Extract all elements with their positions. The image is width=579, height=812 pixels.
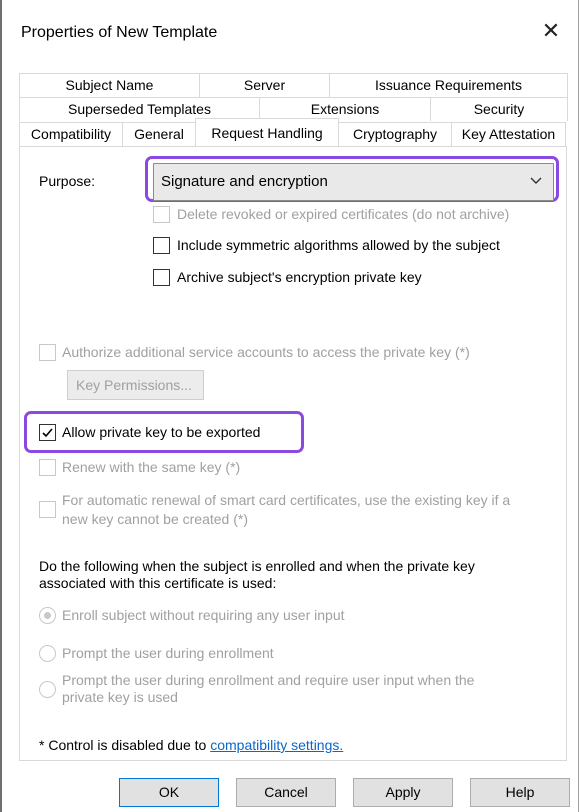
prompt-user-require-input-line2: private key is used: [62, 689, 178, 705]
tab-security[interactable]: Security: [430, 97, 568, 121]
prompt-user-radio[interactable]: [39, 645, 56, 662]
purpose-select[interactable]: Signature and encryption: [153, 163, 554, 201]
checkmark-icon: [42, 428, 53, 438]
tab-issuance-requirements[interactable]: Issuance Requirements: [329, 73, 568, 97]
close-icon[interactable]: ✕: [537, 17, 565, 45]
authorize-accounts-label: Authorize additional service accounts to…: [62, 344, 470, 360]
archive-key-checkbox[interactable]: [153, 269, 170, 286]
tab-key-attestation[interactable]: Key Attestation: [451, 122, 566, 146]
prompt-user-label: Prompt the user during enrollment: [62, 645, 274, 661]
title-bar: Properties of New Template ✕: [2, 0, 578, 62]
window-title: Properties of New Template: [21, 24, 218, 41]
enroll-no-input-label: Enroll subject without requiring any use…: [62, 607, 345, 623]
allow-export-checkbox[interactable]: [39, 424, 56, 441]
enroll-no-input-radio[interactable]: [39, 607, 56, 624]
purpose-select-value: Signature and encryption: [161, 173, 328, 190]
tab-cryptography[interactable]: Cryptography: [338, 122, 452, 146]
compatibility-settings-link[interactable]: compatibility settings.: [210, 737, 343, 753]
prompt-user-require-input-line1: Prompt the user during enrollment and re…: [62, 672, 475, 688]
smart-card-label-line1: For automatic renewal of smart card cert…: [62, 492, 511, 508]
include-symmetric-checkbox[interactable]: [153, 237, 170, 254]
tab-row-1: Subject Name Server Issuance Requirement…: [19, 73, 568, 97]
delete-revoked-checkbox[interactable]: [153, 206, 170, 223]
footnote-text: * Control is disabled due to: [39, 737, 211, 753]
smart-card-label-line2: new key cannot be created (*): [62, 511, 248, 527]
tab-request-handling[interactable]: Request Handling: [195, 118, 339, 146]
include-symmetric-label: Include symmetric algorithms allowed by …: [177, 237, 500, 253]
key-permissions-button[interactable]: Key Permissions...: [67, 370, 204, 400]
tab-compatibility[interactable]: Compatibility: [19, 122, 123, 146]
allow-export-label: Allow private key to be exported: [62, 424, 261, 440]
prompt-user-require-input-radio[interactable]: [39, 681, 56, 698]
renew-same-key-checkbox[interactable]: [39, 459, 56, 476]
tab-row-3: Compatibility General Request Handling C…: [19, 118, 566, 146]
key-permissions-label: Key Permissions...: [76, 377, 192, 393]
radio-selected-dot: [44, 612, 51, 619]
ok-button[interactable]: OK: [119, 778, 219, 807]
tab-general[interactable]: General: [122, 122, 196, 146]
enroll-instruction-line1: Do the following when the subject is enr…: [39, 558, 475, 574]
authorize-accounts-checkbox[interactable]: [39, 344, 56, 361]
tab-server[interactable]: Server: [199, 73, 330, 97]
renew-same-key-label: Renew with the same key (*): [62, 459, 241, 475]
apply-button[interactable]: Apply: [353, 778, 453, 807]
delete-revoked-label: Delete revoked or expired certificates (…: [177, 206, 510, 222]
smart-card-checkbox[interactable]: [39, 501, 56, 518]
enroll-instruction-line2: associated with this certificate is used…: [39, 575, 277, 591]
window-left-border: [0, 0, 2, 812]
compatibility-footnote: * Control is disabled due to compatibili…: [39, 737, 343, 753]
archive-key-label: Archive subject's encryption private key: [177, 269, 422, 285]
cancel-button[interactable]: Cancel: [236, 778, 336, 807]
tab-subject-name[interactable]: Subject Name: [19, 73, 200, 97]
help-button[interactable]: Help: [470, 778, 570, 807]
purpose-label: Purpose:: [39, 173, 96, 189]
chevron-down-icon: [530, 177, 542, 184]
